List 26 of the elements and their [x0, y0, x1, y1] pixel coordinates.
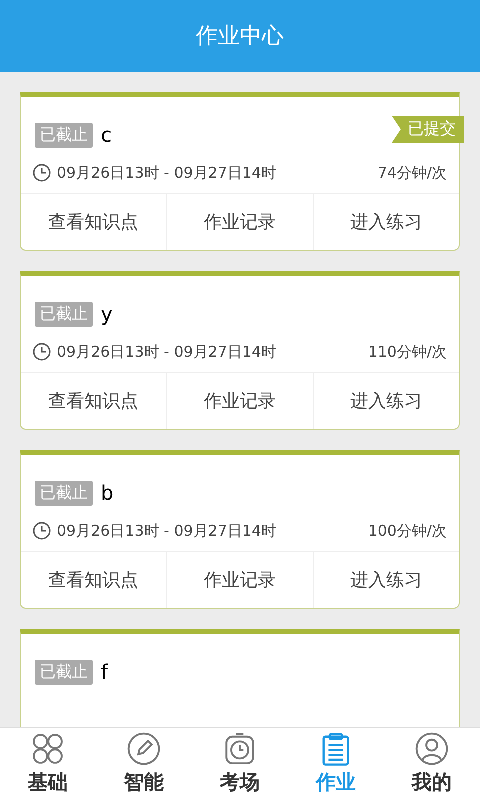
duration: 74分钟/次 [378, 164, 447, 182]
user-icon [415, 732, 449, 766]
clock-icon [33, 343, 51, 361]
clock-icon [33, 522, 51, 540]
assignment-name: f [101, 660, 108, 684]
status-badge: 已截止 [35, 660, 93, 684]
action-button[interactable]: 进入练习 [312, 194, 459, 250]
pencil-icon [127, 732, 161, 766]
time-range: 09月26日13时 - 09月27日14时 [57, 164, 278, 182]
page-title: 作业中心 [196, 23, 284, 51]
time-range: 09月26日13时 - 09月27日14时 [57, 522, 278, 540]
duration: 100分钟/次 [368, 522, 447, 540]
clover-icon [31, 732, 65, 766]
status-badge: 已截止 [35, 122, 93, 148]
assignment-name: c [101, 123, 112, 147]
status-badge: 已截止 [35, 480, 93, 506]
assignment-name: y [101, 302, 113, 326]
action-button[interactable]: 进入练习 [312, 373, 459, 429]
clock-icon [33, 164, 51, 182]
submitted-ribbon: 已提交 [392, 116, 464, 143]
timer-icon [223, 732, 257, 766]
action-button[interactable]: 进入练习 [312, 552, 459, 608]
status-badge: 已截止 [35, 302, 93, 326]
assignment-name: b [101, 481, 114, 505]
time-range: 09月26日13时 - 09月27日14时 [57, 342, 278, 362]
duration: 110分钟/次 [368, 342, 447, 362]
